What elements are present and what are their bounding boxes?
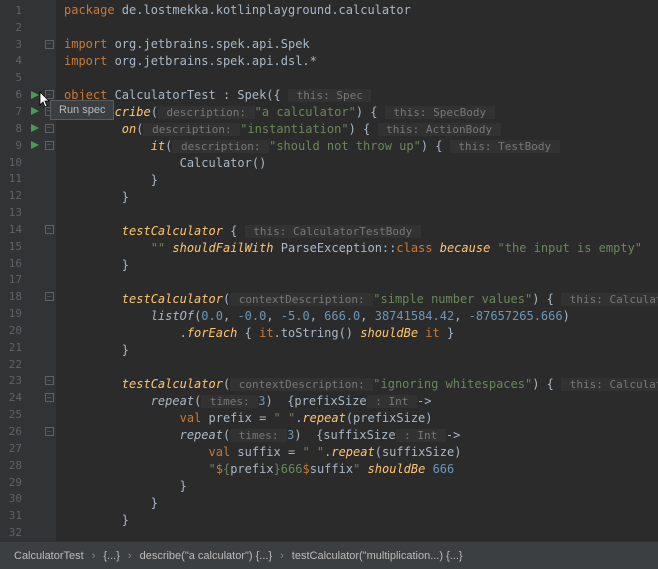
line-number: 24 (0, 391, 28, 404)
line-number: 26 (0, 425, 28, 438)
fold-icon[interactable]: − (45, 393, 54, 402)
fold-icon[interactable]: − (45, 376, 54, 385)
chevron-right-icon: › (280, 550, 284, 562)
line-number: 4 (0, 54, 28, 67)
breadcrumb-item[interactable]: CalculatorTest (8, 548, 90, 564)
fold-icon[interactable]: − (45, 427, 54, 436)
line-number: 14 (0, 223, 28, 236)
breadcrumbs: CalculatorTest › {...} › describe("a cal… (0, 541, 658, 569)
fold-icon[interactable]: − (45, 292, 54, 301)
line-number: 28 (0, 459, 28, 472)
run-gutter-icon[interactable] (28, 90, 42, 100)
line-number: 17 (0, 273, 28, 286)
line-number: 25 (0, 408, 28, 421)
line-number: 23 (0, 374, 28, 387)
line-number: 22 (0, 358, 28, 371)
line-number: 27 (0, 442, 28, 455)
line-number: 7 (0, 105, 28, 118)
run-gutter-icon[interactable] (28, 106, 42, 116)
line-number: 5 (0, 71, 28, 84)
line-number: 21 (0, 341, 28, 354)
editor: 1 2 3 − 4 5 6 − 7 − 8 − 9 − 10 11 12 13 14 − 1… (0, 0, 658, 541)
line-number: 1 (0, 4, 28, 17)
line-number: 30 (0, 492, 28, 505)
chevron-right-icon: › (92, 550, 96, 562)
line-number: 9 (0, 139, 28, 152)
run-gutter-icon[interactable] (28, 140, 42, 150)
line-number: 6 (0, 88, 28, 101)
line-number: 15 (0, 240, 28, 253)
line-number: 2 (0, 21, 28, 34)
line-number: 3 (0, 38, 28, 51)
breadcrumb-item[interactable]: testCalculator("multiplication...) {...} (286, 548, 469, 564)
run-gutter-icon[interactable] (28, 123, 42, 133)
run-spec-tooltip: Run spec (50, 100, 114, 120)
line-number: 13 (0, 206, 28, 219)
breadcrumb-item[interactable]: describe("a calculator") {...} (134, 548, 279, 564)
fold-icon[interactable]: − (45, 40, 54, 49)
line-number: 12 (0, 189, 28, 202)
line-number: 18 (0, 290, 28, 303)
line-number: 31 (0, 509, 28, 522)
line-number: 16 (0, 257, 28, 270)
line-number: 19 (0, 307, 28, 320)
fold-icon[interactable]: − (45, 90, 54, 99)
code-area[interactable]: package de.lostmekka.kotlinplayground.ca… (56, 0, 658, 541)
line-number: 32 (0, 526, 28, 539)
line-number: 20 (0, 324, 28, 337)
line-number: 10 (0, 156, 28, 169)
line-number: 29 (0, 476, 28, 489)
line-number: 8 (0, 122, 28, 135)
fold-icon[interactable]: − (45, 225, 54, 234)
gutter: 1 2 3 − 4 5 6 − 7 − 8 − 9 − 10 11 12 13 14 − 1… (0, 0, 56, 541)
fold-icon[interactable]: − (45, 124, 54, 133)
chevron-right-icon: › (128, 550, 132, 562)
breadcrumb-item[interactable]: {...} (97, 548, 126, 564)
line-number: 11 (0, 172, 28, 185)
fold-icon[interactable]: − (45, 141, 54, 150)
